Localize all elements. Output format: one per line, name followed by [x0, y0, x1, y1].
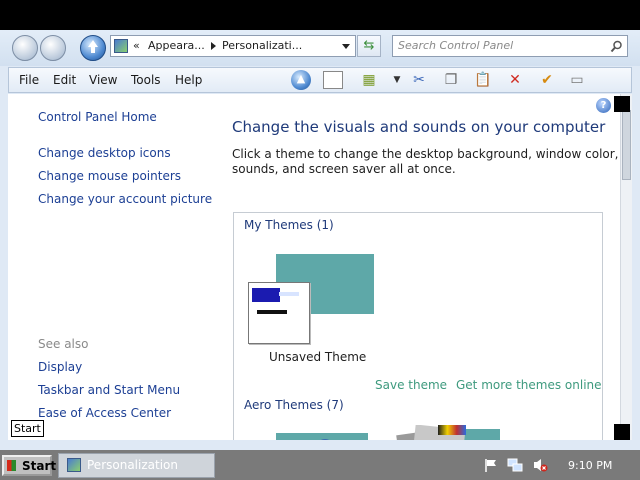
display-link[interactable]: Display	[38, 360, 82, 374]
control-panel-icon	[114, 39, 128, 53]
scrollbar-thumb[interactable]	[622, 110, 631, 180]
search-input[interactable]: Search Control Panel	[392, 35, 628, 57]
taskbar-item-label: Personalization	[87, 458, 178, 472]
copy-icon[interactable]: ❐	[441, 71, 461, 89]
unsaved-theme-label[interactable]: Unsaved Theme	[269, 350, 366, 364]
forward-arrow-icon[interactable]	[40, 35, 66, 61]
undo-icon[interactable]: ▭	[567, 71, 587, 89]
aero-theme-thumbnail-1[interactable]	[276, 433, 368, 440]
control-panel-task-icon	[67, 458, 81, 472]
aero-theme-thumbnail-2[interactable]	[384, 425, 502, 440]
search-placeholder: Search Control Panel	[398, 39, 514, 52]
clock[interactable]: 9:10 PM	[568, 459, 612, 472]
unsaved-theme-thumbnail[interactable]	[248, 254, 376, 346]
menu-help[interactable]: Help	[175, 73, 202, 87]
get-more-themes-link[interactable]: Get more themes online	[456, 378, 602, 392]
back-arrow-icon[interactable]	[12, 35, 38, 61]
aero-themes-header: Aero Themes (7)	[244, 398, 344, 412]
personalization-window: « Appeara... Personalizati... ⇆ Search C…	[0, 30, 640, 450]
address-field[interactable]: « Appeara... Personalizati...	[110, 35, 356, 57]
help-icon[interactable]: ?	[596, 98, 611, 113]
taskbar-start-menu-link[interactable]: Taskbar and Start Menu	[38, 383, 180, 397]
windows-logo-icon	[7, 460, 16, 471]
refresh-icon[interactable]: ⇆	[357, 35, 381, 57]
properties-icon[interactable]: ✔	[537, 71, 557, 89]
address-bar-row: « Appeara... Personalizati... ⇆ Search C…	[0, 30, 640, 66]
change-desktop-icons-link[interactable]: Change desktop icons	[38, 146, 171, 160]
flag-icon[interactable]	[484, 458, 498, 472]
start-tooltip: Start	[11, 420, 44, 437]
breadcrumb-appearance[interactable]: Appeara...	[148, 39, 205, 52]
menu-file[interactable]: File	[19, 73, 39, 87]
control-panel-home-link[interactable]: Control Panel Home	[38, 110, 157, 124]
page-description-line1: Click a theme to change the desktop back…	[232, 147, 619, 161]
page-description-line2: sounds, and screen saver all at once.	[232, 162, 456, 176]
menu-tools[interactable]: Tools	[131, 73, 161, 87]
see-also-label: See also	[38, 337, 89, 351]
paste-icon[interactable]: 📋	[473, 71, 493, 89]
menu-view[interactable]: View	[89, 73, 117, 87]
breadcrumb-personalization[interactable]: Personalizati...	[222, 39, 302, 52]
page-title: Change the visuals and sounds on your co…	[232, 118, 606, 136]
chevron-right-icon	[211, 42, 216, 50]
theme-window-preview	[248, 282, 310, 344]
corner-artifact-bottom	[614, 424, 630, 440]
change-account-picture-link[interactable]: Change your account picture	[38, 192, 212, 206]
taskbar: Start Personalization 9:10 PM	[0, 450, 640, 480]
views-icon[interactable]: ▦	[359, 71, 379, 89]
top-black-band	[0, 0, 640, 30]
up-folder-icon[interactable]	[80, 35, 106, 61]
vertical-scrollbar[interactable]	[620, 94, 632, 440]
volume-muted-icon[interactable]	[532, 457, 548, 473]
start-label: Start	[22, 459, 57, 473]
corner-artifact-top	[614, 96, 630, 112]
network-icon[interactable]	[507, 458, 523, 473]
cut-icon[interactable]: ✂	[409, 71, 429, 89]
change-mouse-pointers-link[interactable]: Change mouse pointers	[38, 169, 181, 183]
taskbar-item-personalization[interactable]: Personalization	[58, 453, 215, 478]
my-themes-header: My Themes (1)	[244, 218, 334, 232]
menu-bar: File Edit View Tools Help ▲ ▦ ▼ ✂ ❐ 📋 ✕ …	[8, 67, 632, 93]
up-folder-toolbar-icon[interactable]: ▲	[291, 70, 311, 90]
save-theme-link[interactable]: Save theme	[375, 378, 447, 392]
folders-icon[interactable]	[323, 71, 343, 89]
chevron-down-icon[interactable]	[342, 44, 350, 49]
start-button[interactable]: Start	[2, 455, 56, 476]
theme-list: My Themes (1) Unsaved Theme Save theme G…	[233, 212, 603, 440]
content-pane: Control Panel Home Change desktop icons …	[8, 94, 632, 440]
breadcrumb-overflow[interactable]: «	[133, 39, 140, 52]
delete-icon[interactable]: ✕	[505, 71, 525, 89]
search-icon[interactable]	[610, 40, 623, 53]
views-dropdown-icon[interactable]: ▼	[387, 71, 407, 89]
ease-of-access-link[interactable]: Ease of Access Center	[38, 406, 171, 420]
menu-edit[interactable]: Edit	[53, 73, 76, 87]
